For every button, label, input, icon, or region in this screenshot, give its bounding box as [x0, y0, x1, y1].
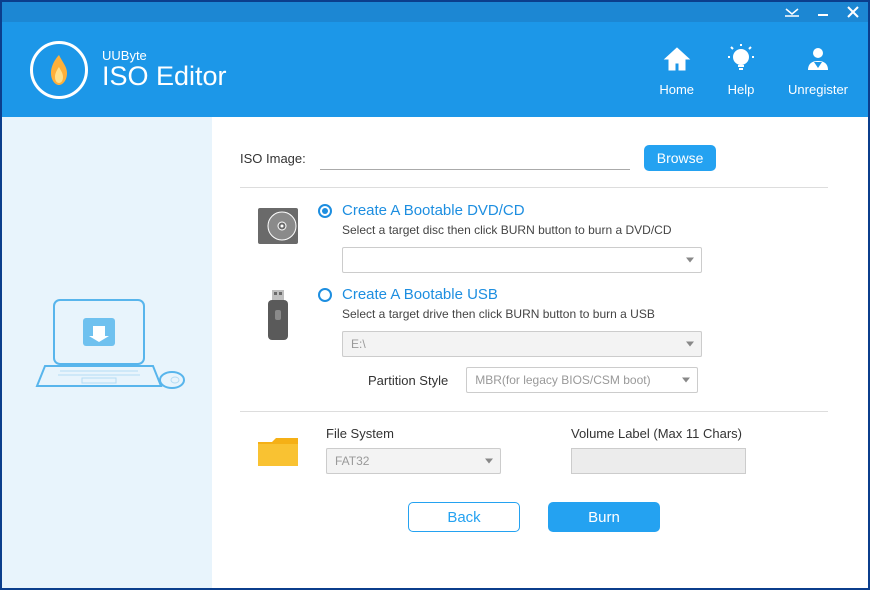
- dvd-option-title: Create A Bootable DVD/CD: [342, 202, 525, 219]
- back-button[interactable]: Back: [408, 502, 520, 532]
- main-content: ISO Image: Browse CD/DVD Create A Bootab…: [212, 117, 868, 588]
- flame-icon: [30, 41, 88, 99]
- cd-dvd-icon: CD/DVD: [256, 202, 300, 278]
- nav-unregister[interactable]: Unregister: [788, 42, 848, 97]
- partition-style-select[interactable]: MBR(for legacy BIOS/CSM boot): [466, 367, 698, 393]
- folder-icon: [256, 426, 300, 470]
- usb-icon: [256, 286, 300, 393]
- bulb-icon: [724, 42, 758, 76]
- partition-label: Partition Style: [368, 373, 448, 388]
- usb-option-desc: Select a target drive then click BURN bu…: [342, 307, 828, 321]
- header-nav: Home Help Unregister: [659, 42, 848, 97]
- laptop-illustration-icon: [27, 278, 187, 428]
- iso-label: ISO Image:: [240, 151, 306, 166]
- user-icon: [801, 42, 835, 76]
- divider: [240, 187, 828, 188]
- titlebar: [2, 2, 868, 22]
- app-title: ISO Editor: [102, 61, 227, 92]
- close-icon[interactable]: [846, 5, 860, 19]
- burn-button[interactable]: Burn: [548, 502, 660, 532]
- sidebar: [2, 117, 212, 588]
- nav-home[interactable]: Home: [659, 42, 694, 97]
- filesystem-label: File System: [326, 426, 501, 441]
- app-logo: UUByte ISO Editor: [30, 41, 659, 99]
- radio-dvd[interactable]: [318, 204, 332, 218]
- volume-label-label: Volume Label (Max 11 Chars): [571, 426, 746, 441]
- usb-target-select[interactable]: E:\: [342, 331, 702, 357]
- nav-home-label: Home: [659, 82, 694, 97]
- nav-help[interactable]: Help: [724, 42, 758, 97]
- dvd-option-desc: Select a target disc then click BURN but…: [342, 223, 828, 237]
- divider: [240, 411, 828, 412]
- home-icon: [660, 42, 694, 76]
- dvd-target-select[interactable]: [342, 247, 702, 273]
- iso-path-input[interactable]: [320, 146, 630, 170]
- browse-button[interactable]: Browse: [644, 145, 717, 171]
- dropdown-icon[interactable]: [784, 7, 800, 17]
- filesystem-select[interactable]: FAT32: [326, 448, 501, 474]
- volume-label-input[interactable]: [571, 448, 746, 474]
- header: UUByte ISO Editor Home Help Unregister: [2, 22, 868, 117]
- radio-usb[interactable]: [318, 288, 332, 302]
- usb-option-title: Create A Bootable USB: [342, 286, 498, 303]
- nav-help-label: Help: [728, 82, 755, 97]
- nav-unregister-label: Unregister: [788, 82, 848, 97]
- minimize-icon[interactable]: [816, 5, 830, 19]
